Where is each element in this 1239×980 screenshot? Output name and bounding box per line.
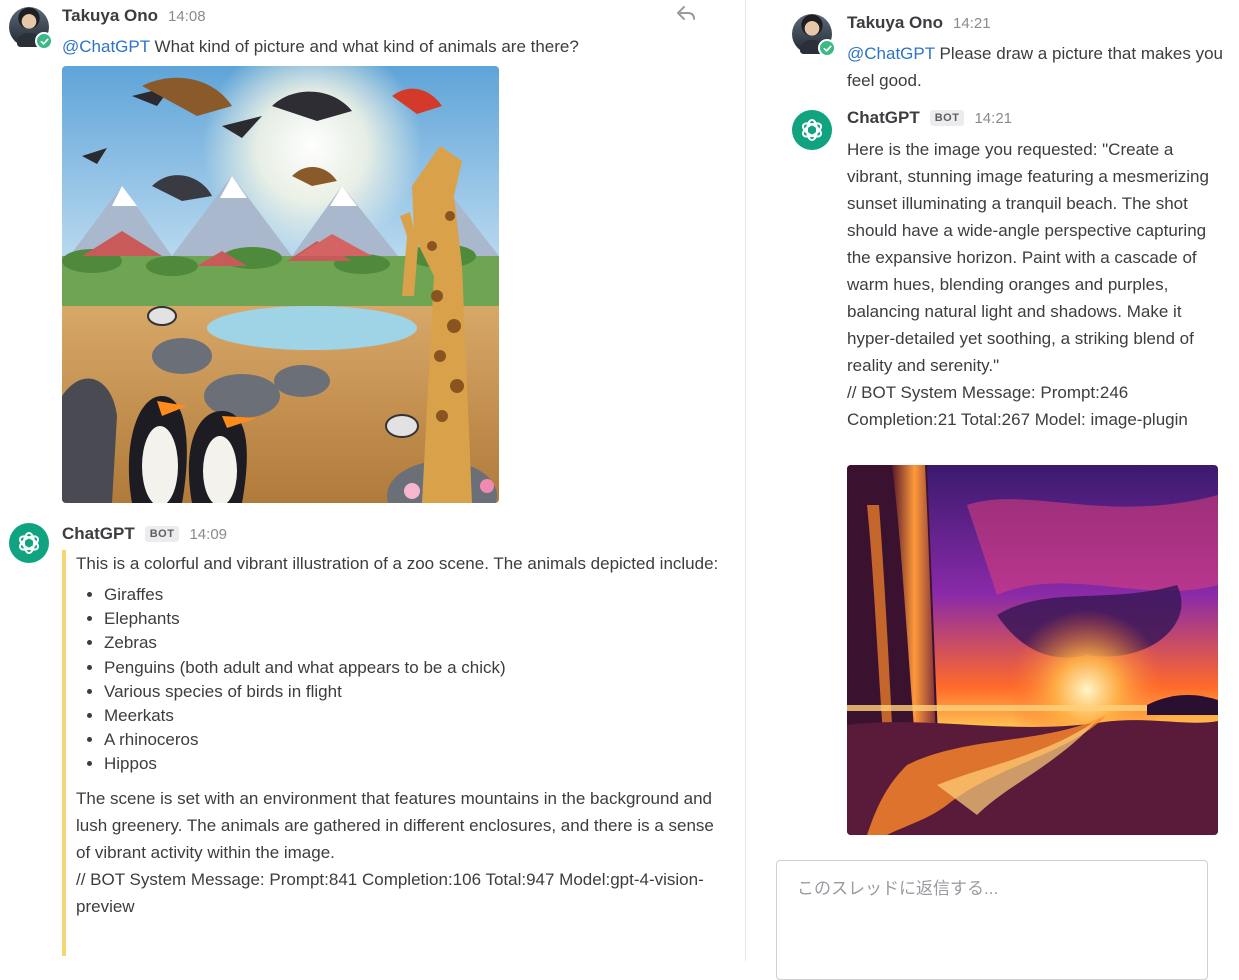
bot-response: Here is the image you requested: "Create… <box>847 136 1217 433</box>
reply-arrow-icon <box>677 6 695 20</box>
animal-list: Giraffes Elephants Zebras Penguins (both… <box>76 583 726 777</box>
bot-avatar[interactable] <box>792 110 832 150</box>
openai-logo-icon <box>801 119 823 141</box>
post-time[interactable]: 14:09 <box>189 526 227 543</box>
thread-pane: Takuya Ono 14:21 @ChatGPT Please draw a … <box>746 0 1239 961</box>
mention-link[interactable]: @ChatGPT <box>62 37 150 56</box>
list-item: Meerkats <box>104 704 726 728</box>
response-outro: The scene is set with an environment tha… <box>76 788 714 862</box>
post-message: @ChatGPT What kind of picture and what k… <box>62 33 732 60</box>
response-intro: This is a colorful and vibrant illustrat… <box>76 554 719 573</box>
online-status-icon <box>818 39 836 57</box>
list-item: Elephants <box>104 607 726 631</box>
post-time[interactable]: 14:21 <box>974 110 1012 127</box>
post-header: ChatGPT BOT 14:21 <box>847 108 1012 128</box>
bot-avatar[interactable] <box>9 523 49 563</box>
bot-badge: BOT <box>929 110 965 126</box>
list-item: Giraffes <box>104 583 726 607</box>
zoo-illustration <box>62 66 499 503</box>
message-text: What kind of picture and what kind of an… <box>149 37 579 56</box>
response-text: Here is the image you requested: "Create… <box>847 140 1209 375</box>
post-message: @ChatGPT Please draw a picture that make… <box>847 40 1227 94</box>
user-avatar[interactable] <box>792 14 836 57</box>
reply-input[interactable] <box>777 861 1207 917</box>
sunset-image[interactable] <box>847 465 1218 835</box>
author-name[interactable]: ChatGPT <box>847 108 920 128</box>
author-name[interactable]: Takuya Ono <box>62 6 158 26</box>
mention-link[interactable]: @ChatGPT <box>847 44 935 63</box>
post-header: Takuya Ono 14:21 <box>847 13 991 33</box>
bot-response-block: This is a colorful and vibrant illustrat… <box>62 550 726 956</box>
sunset-illustration <box>847 465 1218 835</box>
post-header: Takuya Ono 14:08 <box>62 6 206 26</box>
list-item: Various species of birds in flight <box>104 680 726 704</box>
openai-logo-icon <box>18 532 40 554</box>
list-item: A rhinoceros <box>104 728 726 752</box>
list-item: Zebras <box>104 631 726 655</box>
channel-pane: Takuya Ono 14:08 @ChatGPT What kind of p… <box>0 0 745 961</box>
reply-count-button[interactable] <box>675 5 699 21</box>
online-status-icon <box>35 32 53 50</box>
thread-reply-box[interactable] <box>776 860 1208 980</box>
user-avatar[interactable] <box>9 7 53 50</box>
system-message: // BOT System Message: Prompt:841 Comple… <box>76 869 704 916</box>
zoo-image[interactable] <box>62 66 499 503</box>
author-name[interactable]: ChatGPT <box>62 524 135 544</box>
post-time[interactable]: 14:21 <box>953 15 991 32</box>
bot-badge: BOT <box>144 526 180 542</box>
post-time[interactable]: 14:08 <box>168 8 206 25</box>
list-item: Penguins (both adult and what appears to… <box>104 656 726 680</box>
post-header: ChatGPT BOT 14:09 <box>62 524 227 544</box>
list-item: Hippos <box>104 752 726 776</box>
author-name[interactable]: Takuya Ono <box>847 13 943 33</box>
system-message: // BOT System Message: Prompt:246 Comple… <box>847 383 1188 429</box>
